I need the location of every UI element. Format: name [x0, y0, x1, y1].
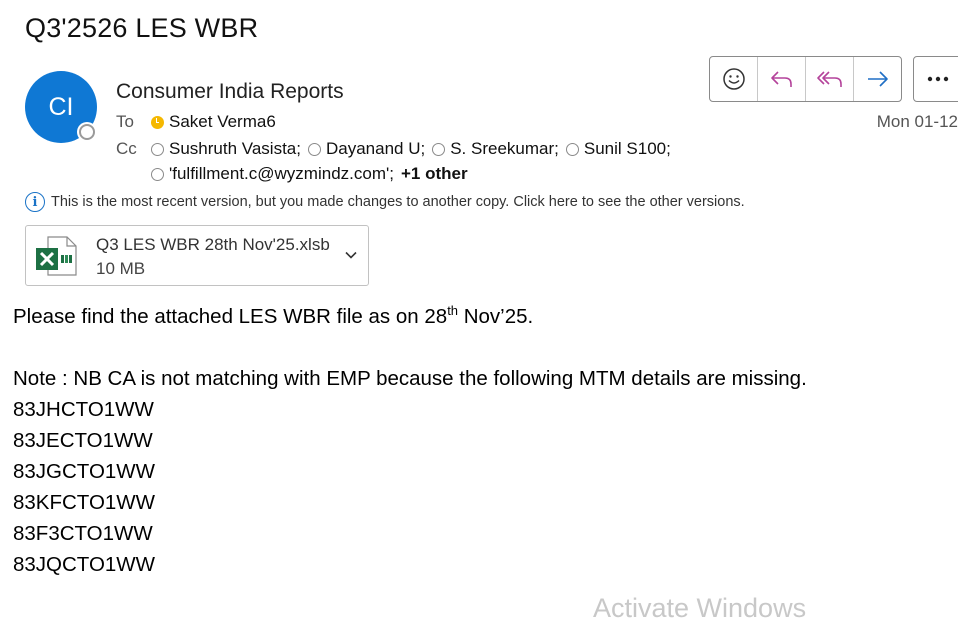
- cc-recipients-line-2: 'fulfillment.c@wyzmindz.com'; +1 other: [151, 164, 468, 184]
- attachment-filename: Q3 LES WBR 28th Nov'25.xlsb: [96, 235, 330, 254]
- recipient-name: Sushruth Vasista;: [169, 139, 301, 158]
- recipient-name: Dayanand U;: [325, 139, 426, 158]
- body-intro-superscript: th: [447, 303, 459, 319]
- chevron-down-icon[interactable]: [344, 248, 358, 262]
- to-recipients: Saket Verma6: [151, 112, 276, 132]
- reply-all-icon: [816, 71, 842, 87]
- reply-button[interactable]: [758, 57, 806, 101]
- attachment-size: 10 MB: [96, 259, 146, 278]
- version-info-text: This is the most recent version, but you…: [51, 194, 745, 210]
- recipient-name: 'fulfillment.c@wyzmindz.com';: [169, 164, 394, 183]
- mtm-item: 83JHCTO1WW: [13, 398, 154, 421]
- emoji-button[interactable]: [710, 57, 758, 101]
- presence-icon: [151, 167, 164, 181]
- body-intro-text: Please find the attached LES WBR file as…: [13, 305, 448, 328]
- forward-icon: [867, 71, 888, 87]
- email-subject: Q3'2526 LES WBR: [25, 13, 259, 43]
- recipient-cc-3[interactable]: Sunil S100;: [565, 139, 671, 159]
- cc-recipients-line-1: Sushruth Vasista; Dayanand U; S. Sreekum…: [151, 139, 671, 159]
- mtm-item: 83F3CTO1WW: [13, 522, 153, 545]
- forward-button[interactable]: [854, 57, 901, 101]
- recipient-to-0[interactable]: Saket Verma6: [151, 112, 276, 132]
- reply-all-button[interactable]: [806, 57, 854, 101]
- mtm-item: 83JGCTO1WW: [13, 460, 155, 483]
- recipient-name: Sunil S100;: [583, 139, 671, 158]
- presence-icon: [565, 142, 579, 156]
- excel-icon: [36, 236, 77, 276]
- sender-name[interactable]: Consumer India Reports: [116, 80, 344, 104]
- sent-date: Mon 01-12: [876, 112, 958, 131]
- to-label: To: [116, 112, 134, 131]
- recipient-cc-1[interactable]: Dayanand U;: [307, 139, 426, 159]
- presence-icon: [432, 142, 446, 156]
- recipient-cc-2[interactable]: S. Sreekumar;: [432, 139, 559, 159]
- recipient-name: S. Sreekumar;: [450, 139, 559, 158]
- more-icon: [927, 76, 949, 82]
- avatar-initials: CI: [48, 92, 74, 121]
- cc-label: Cc: [116, 139, 137, 158]
- body-intro-date-text: Nov’25.: [458, 305, 534, 328]
- more-actions-button[interactable]: [913, 56, 958, 102]
- emoji-icon: [722, 68, 745, 90]
- mtm-item: 83JECTO1WW: [13, 429, 153, 452]
- info-icon: i: [25, 192, 45, 212]
- message-actions: [709, 56, 902, 102]
- recipient-name: Saket Verma6: [169, 112, 276, 131]
- mtm-item: 83KFCTO1WW: [13, 491, 155, 514]
- attachment-card[interactable]: Q3 LES WBR 28th Nov'25.xlsb 10 MB: [25, 225, 369, 286]
- presence-away-icon: [151, 115, 164, 129]
- mtm-item: 83JQCTO1WW: [13, 553, 155, 576]
- presence-icon: [151, 142, 164, 156]
- message-body: Please find the attached LES WBR file as…: [13, 301, 807, 580]
- recipient-cc-0[interactable]: Sushruth Vasista;: [151, 139, 301, 159]
- activate-windows-watermark: Activate Windows: [593, 593, 807, 623]
- version-info-bar[interactable]: i This is the most recent version, but y…: [25, 192, 745, 212]
- presence-status-icon: [79, 124, 95, 140]
- more-recipients-link[interactable]: +1 other: [401, 164, 468, 184]
- reply-icon: [770, 71, 792, 87]
- recipient-cc-4[interactable]: 'fulfillment.c@wyzmindz.com';: [151, 164, 394, 184]
- body-intro: Please find the attached LES WBR file as…: [13, 301, 807, 332]
- presence-icon: [307, 142, 321, 156]
- body-note: Note : NB CA is not matching with EMP be…: [13, 367, 807, 390]
